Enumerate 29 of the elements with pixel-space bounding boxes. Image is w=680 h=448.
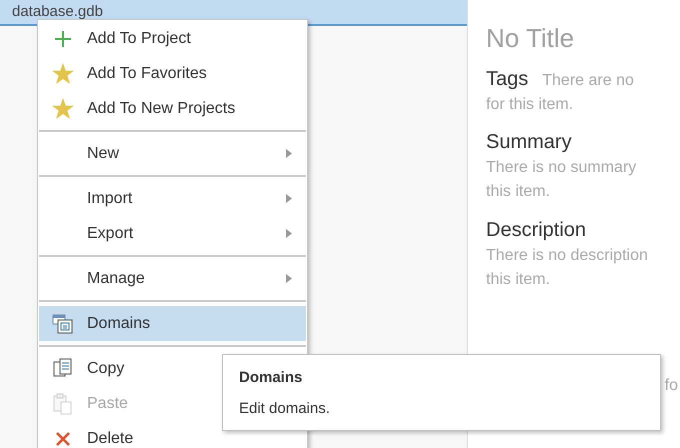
menu-item[interactable]: Add To Favorites xyxy=(39,56,215,91)
section-text: There is no description xyxy=(486,246,648,266)
section-heading: Summary xyxy=(486,130,572,155)
copy-icon xyxy=(53,358,73,380)
section-text: There is no summary xyxy=(486,158,636,178)
menu-item[interactable]: Add To New Projects xyxy=(39,91,244,126)
menu-item[interactable]: Copy xyxy=(39,351,132,386)
section-heading: Description xyxy=(486,218,586,243)
section-text: for this item. xyxy=(486,95,574,115)
plus-icon xyxy=(54,30,72,48)
table-form-icon xyxy=(52,314,74,334)
menu-item[interactable]: Domains xyxy=(39,306,306,341)
star-icon xyxy=(52,63,74,84)
section-text: There are no xyxy=(542,71,634,91)
tooltip-title: Domains xyxy=(239,368,302,388)
paste-icon xyxy=(53,392,73,414)
item-title: No Title xyxy=(486,22,576,54)
star-icon xyxy=(52,98,74,119)
section-text: this item. xyxy=(486,182,550,202)
menu-item[interactable]: Manage xyxy=(39,261,153,296)
menu-item[interactable]: Delete xyxy=(39,421,142,448)
delete-icon xyxy=(55,430,71,446)
section-text: fo xyxy=(664,376,678,396)
tooltip-text: Edit domains. xyxy=(239,398,330,418)
section-text: this item. xyxy=(486,270,550,290)
menu-item[interactable]: Export xyxy=(39,216,142,251)
section-heading: Tags xyxy=(486,67,528,92)
menu-item[interactable]: New xyxy=(39,136,128,171)
menu-item[interactable]: Import xyxy=(39,181,140,216)
